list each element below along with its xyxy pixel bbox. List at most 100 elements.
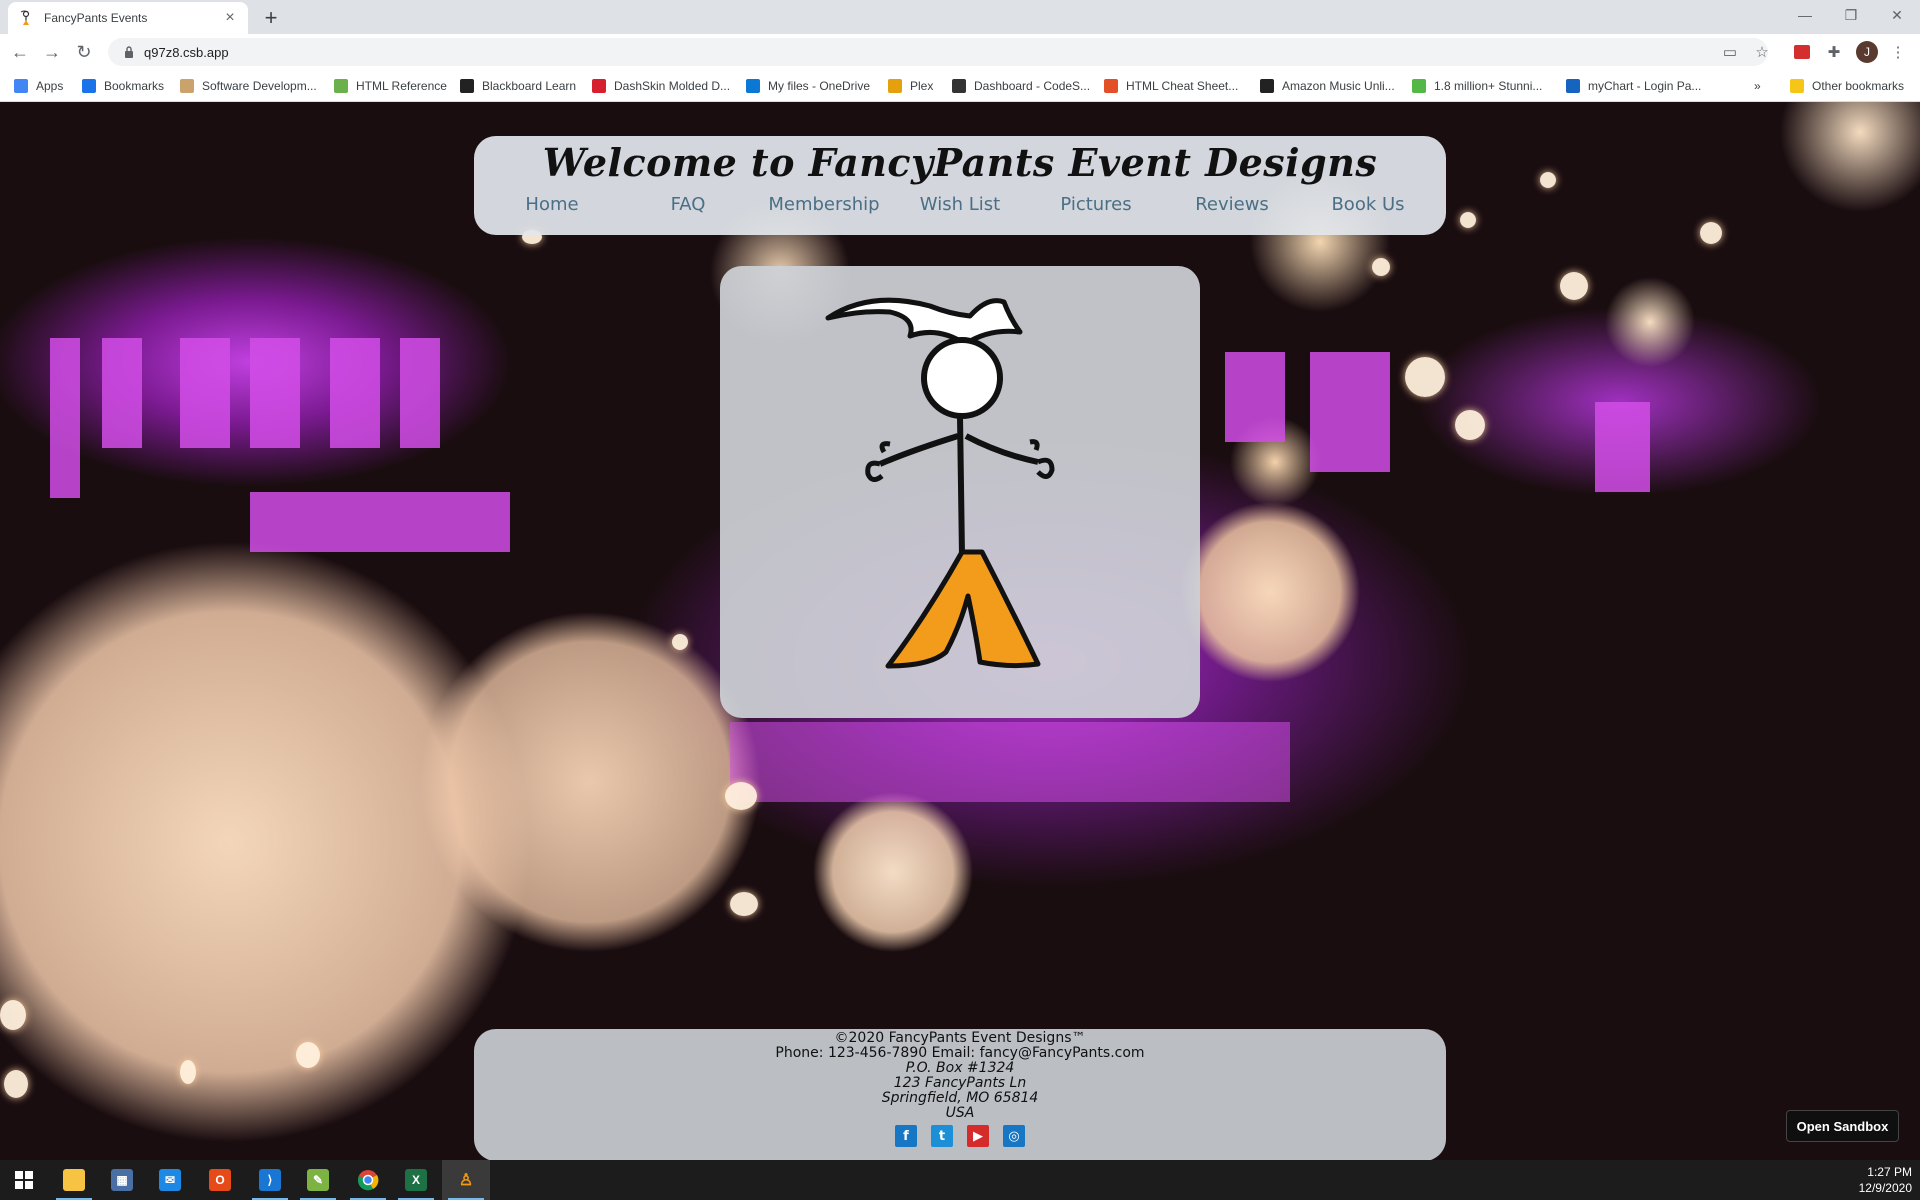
bookmark-item[interactable]: Amazon Music Unli...	[1260, 77, 1395, 95]
bookmark-label: Amazon Music Unli...	[1282, 79, 1395, 93]
bookmarks-bar: Apps Bookmarks Software Developm... HTML Re…	[0, 70, 1920, 102]
bg-window-pane	[50, 338, 80, 498]
bookmark-item[interactable]: 1.8 million+ Stunni...	[1412, 77, 1542, 95]
bg-light-dot	[725, 782, 757, 810]
profile-avatar[interactable]: J	[1856, 41, 1878, 63]
footer-address-line: 123 FancyPants Ln	[893, 1075, 1027, 1091]
excel-icon[interactable]: X	[392, 1160, 440, 1200]
window-close-icon[interactable]: ✕	[1874, 0, 1920, 30]
office-icon[interactable]: O	[196, 1160, 244, 1200]
nav-reviews[interactable]: Reviews	[1167, 194, 1297, 215]
bookmark-star-icon[interactable]: ☆	[1750, 40, 1774, 64]
forward-arrow-icon[interactable]: →	[40, 40, 64, 64]
extension-lastpass-icon[interactable]	[1790, 40, 1814, 64]
bookmark-item[interactable]: Plex	[888, 77, 933, 95]
bookmark-label: 1.8 million+ Stunni...	[1434, 79, 1543, 93]
site-title: Welcome to FancyPants Event Designs	[542, 140, 1378, 185]
nav-book-us[interactable]: Book Us	[1303, 194, 1433, 215]
bg-light-dot	[730, 892, 758, 916]
reload-icon[interactable]: ↻	[72, 40, 96, 64]
w3-icon	[334, 79, 348, 93]
blackboard-icon	[460, 79, 474, 93]
bg-light-dot	[672, 634, 688, 650]
bookmark-item[interactable]: DashSkin Molded D...	[592, 77, 730, 95]
bg-light-dot	[1560, 272, 1588, 300]
footer-address-line: USA	[945, 1105, 975, 1121]
bookmark-label: Blackboard Learn	[482, 79, 577, 93]
tab-title: FancyPants Events	[44, 11, 148, 25]
bg-balcony-glow	[730, 722, 1290, 802]
bookmark-label: Software Developm...	[202, 79, 317, 93]
back-arrow-icon[interactable]: ←	[8, 40, 32, 64]
amazon-icon	[1260, 79, 1274, 93]
extensions-puzzle-icon[interactable]: ✚	[1822, 40, 1846, 64]
browser-tab[interactable]: FancyPants Events ×	[8, 2, 248, 34]
bg-window-pane	[250, 338, 300, 448]
mail-icon[interactable]: ✉	[146, 1160, 194, 1200]
other-bookmarks-folder[interactable]: Other bookmarks	[1790, 77, 1904, 95]
nav-pictures[interactable]: Pictures	[1031, 194, 1161, 215]
open-sandbox-button[interactable]: Open Sandbox	[1786, 1110, 1899, 1142]
bookmark-label: Apps	[36, 79, 64, 93]
cast-icon[interactable]: ▭	[1718, 40, 1742, 64]
stick-figure-app-icon[interactable]: ♙	[442, 1160, 490, 1200]
tab-strip: FancyPants Events × + — ❐ ✕	[0, 0, 1920, 34]
bookmark-item[interactable]: Dashboard - CodeS...	[952, 77, 1090, 95]
file-explorer-icon[interactable]	[50, 1160, 98, 1200]
codesandbox-icon	[952, 79, 966, 93]
bookmark-label: Plex	[910, 79, 934, 93]
footer-address-line: P.O. Box #1324	[905, 1060, 1015, 1076]
instagram-icon[interactable]: ◎	[1003, 1125, 1025, 1147]
twitter-icon[interactable]: t	[931, 1125, 953, 1147]
youtube-icon[interactable]: ▶	[967, 1125, 989, 1147]
ds-icon	[592, 79, 606, 93]
new-tab-plus-icon[interactable]: +	[258, 5, 284, 31]
bg-light-dot	[1372, 258, 1390, 276]
windows-start-icon[interactable]	[0, 1160, 48, 1200]
bookmarks-overflow-chevron-icon[interactable]: »	[1754, 77, 1761, 95]
bookmark-item[interactable]: My files - OneDrive	[746, 77, 870, 95]
bookmark-item[interactable]: Apps	[14, 77, 63, 95]
nav-home[interactable]: Home	[487, 194, 617, 215]
bookmark-item[interactable]: myChart - Login Pa...	[1566, 77, 1701, 95]
bookmark-item[interactable]: Software Developm...	[180, 77, 317, 95]
bookmark-item[interactable]: HTML Cheat Sheet...	[1104, 77, 1238, 95]
gear-icon	[180, 79, 194, 93]
bookmark-item[interactable]: Blackboard Learn	[460, 77, 576, 95]
chrome-icon[interactable]	[344, 1160, 392, 1200]
bookmark-item[interactable]: HTML Reference	[334, 77, 447, 95]
bookmark-item[interactable]: Bookmarks	[82, 77, 164, 95]
system-clock[interactable]: 1:27 PM 12/9/2020	[1842, 1164, 1912, 1196]
bg-light-dot	[296, 1042, 320, 1068]
bg-window-pane	[1225, 352, 1285, 442]
tab-close-icon[interactable]: ×	[222, 9, 238, 26]
address-bar[interactable]: q97z8.csb.app	[108, 38, 1768, 66]
lock-icon	[122, 45, 136, 59]
footer-address-line: Springfield, MO 65814	[881, 1090, 1039, 1106]
other-bookmarks-label: Other bookmarks	[1812, 79, 1905, 93]
bg-window-pane	[1310, 352, 1390, 472]
mychart-icon	[1566, 79, 1580, 93]
clock-date: 12/9/2020	[1858, 1181, 1912, 1195]
notepad-icon[interactable]: ✎	[294, 1160, 342, 1200]
nav-membership[interactable]: Membership	[759, 194, 889, 215]
vscode-icon[interactable]: ⟩	[246, 1160, 294, 1200]
logo-card	[720, 266, 1200, 718]
bg-window-pane	[330, 338, 380, 448]
bg-window-pane	[102, 338, 142, 448]
stick-figure-favicon-icon	[18, 10, 34, 26]
calculator-icon[interactable]: ▦	[98, 1160, 146, 1200]
stick-figure-logo	[825, 297, 1055, 669]
nav-wish-list[interactable]: Wish List	[895, 194, 1025, 215]
restore-icon[interactable]: ❐	[1828, 0, 1874, 30]
bg-light-dot	[1455, 410, 1485, 440]
bookmark-label: HTML Reference	[356, 79, 447, 93]
minimize-icon[interactable]: —	[1782, 0, 1828, 30]
nav-faq[interactable]: FAQ	[623, 194, 753, 215]
bg-light-dot	[1405, 357, 1445, 397]
main-nav: Home FAQ Membership Wish List Pictures R…	[474, 194, 1446, 215]
facebook-icon[interactable]: f	[895, 1125, 917, 1147]
bookmark-label: Bookmarks	[104, 79, 165, 93]
menu-kebab-icon[interactable]: ⋮	[1886, 40, 1910, 64]
bg-window-pane	[250, 492, 510, 552]
